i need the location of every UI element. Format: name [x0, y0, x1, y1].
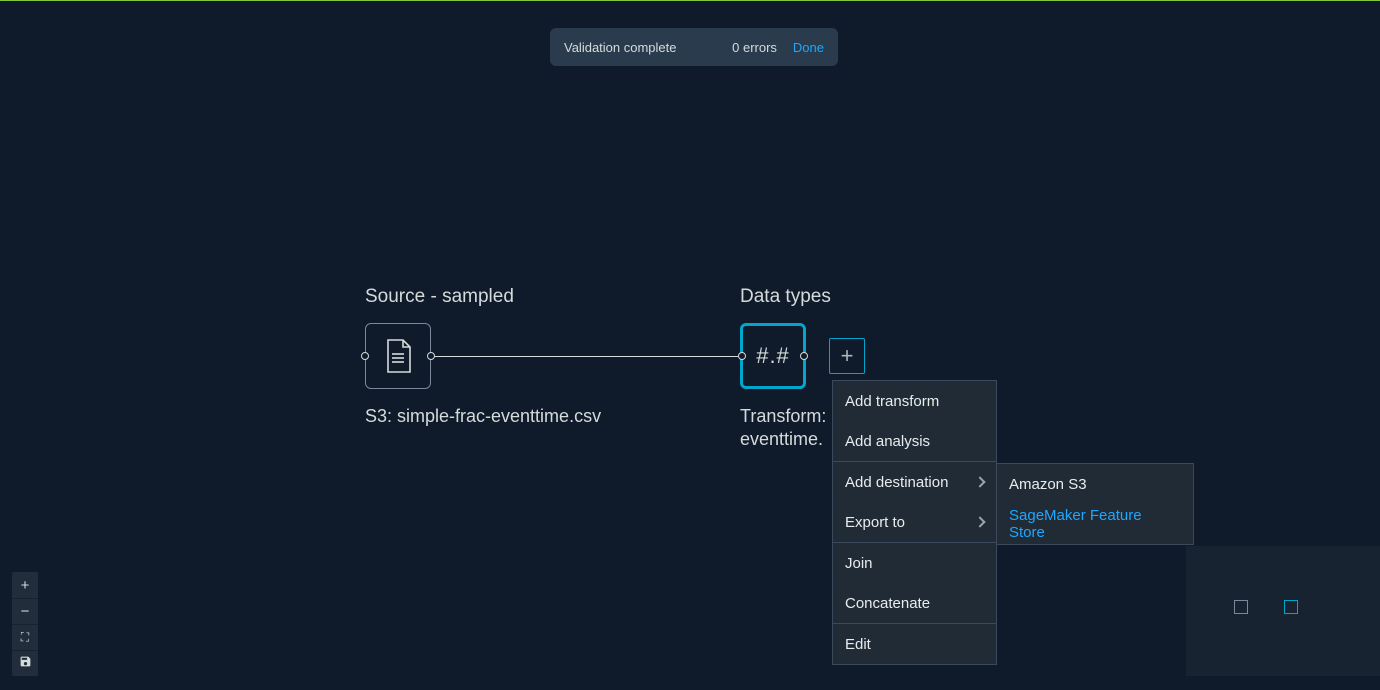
add-node-button[interactable]: + — [829, 338, 865, 374]
menu-concatenate[interactable]: Concatenate — [833, 583, 996, 623]
save-icon — [19, 655, 32, 672]
datatypes-node-subtitle: Transform: eventtime. — [740, 405, 832, 452]
save-button[interactable] — [12, 650, 38, 676]
context-menu: Add transform Add analysis Add destinati… — [832, 380, 997, 665]
source-node-subtitle: S3: simple-frac-eventtime.csv — [365, 405, 601, 428]
chevron-right-icon — [974, 476, 985, 487]
minimap[interactable] — [1186, 546, 1380, 676]
source-port-in[interactable] — [361, 352, 369, 360]
submenu-label: SageMaker Feature Store — [1009, 507, 1181, 541]
plus-icon: + — [21, 577, 30, 594]
menu-label: Join — [845, 555, 873, 572]
view-toolbar: + − ⛶ — [12, 572, 38, 676]
menu-label: Edit — [845, 636, 871, 653]
menu-label: Add transform — [845, 393, 939, 410]
menu-export-to[interactable]: Export to — [833, 502, 996, 542]
menu-add-analysis[interactable]: Add analysis — [833, 421, 996, 461]
datatypes-node-title: Data types — [740, 286, 831, 308]
minimap-source-node — [1234, 600, 1248, 614]
fullscreen-button[interactable]: ⛶ — [12, 624, 38, 650]
submenu-sagemaker-feature-store[interactable]: SageMaker Feature Store — [997, 504, 1193, 544]
datatypes-node[interactable]: #.# — [740, 323, 806, 389]
document-icon — [384, 339, 412, 373]
fullscreen-icon: ⛶ — [21, 630, 29, 645]
chevron-right-icon — [974, 516, 985, 527]
menu-label: Export to — [845, 514, 905, 531]
submenu-amazon-s3[interactable]: Amazon S3 — [997, 464, 1193, 504]
minus-icon: − — [21, 603, 30, 620]
menu-label: Add destination — [845, 474, 948, 491]
datatypes-subtitle-line1: Transform: — [740, 406, 826, 426]
datatypes-glyph: #.# — [756, 343, 790, 369]
datatypes-port-out[interactable] — [800, 352, 808, 360]
menu-join[interactable]: Join — [833, 543, 996, 583]
flow-canvas[interactable]: Source - sampled S3: simple-frac-eventti… — [0, 0, 1380, 690]
source-node[interactable] — [365, 323, 431, 389]
menu-add-destination[interactable]: Add destination — [833, 462, 996, 502]
datatypes-port-in[interactable] — [738, 352, 746, 360]
zoom-in-button[interactable]: + — [12, 572, 38, 598]
menu-edit[interactable]: Edit — [833, 624, 996, 664]
edge-source-to-datatypes — [434, 356, 738, 357]
menu-add-transform[interactable]: Add transform — [833, 381, 996, 421]
minimap-datatypes-node — [1284, 600, 1298, 614]
menu-label: Concatenate — [845, 595, 930, 612]
submenu-label: Amazon S3 — [1009, 476, 1087, 493]
datatypes-subtitle-line2: eventtime. — [740, 429, 823, 449]
destination-submenu: Amazon S3 SageMaker Feature Store — [996, 463, 1194, 545]
source-node-title: Source - sampled — [365, 286, 514, 308]
plus-icon: + — [841, 343, 854, 369]
menu-label: Add analysis — [845, 433, 930, 450]
zoom-out-button[interactable]: − — [12, 598, 38, 624]
